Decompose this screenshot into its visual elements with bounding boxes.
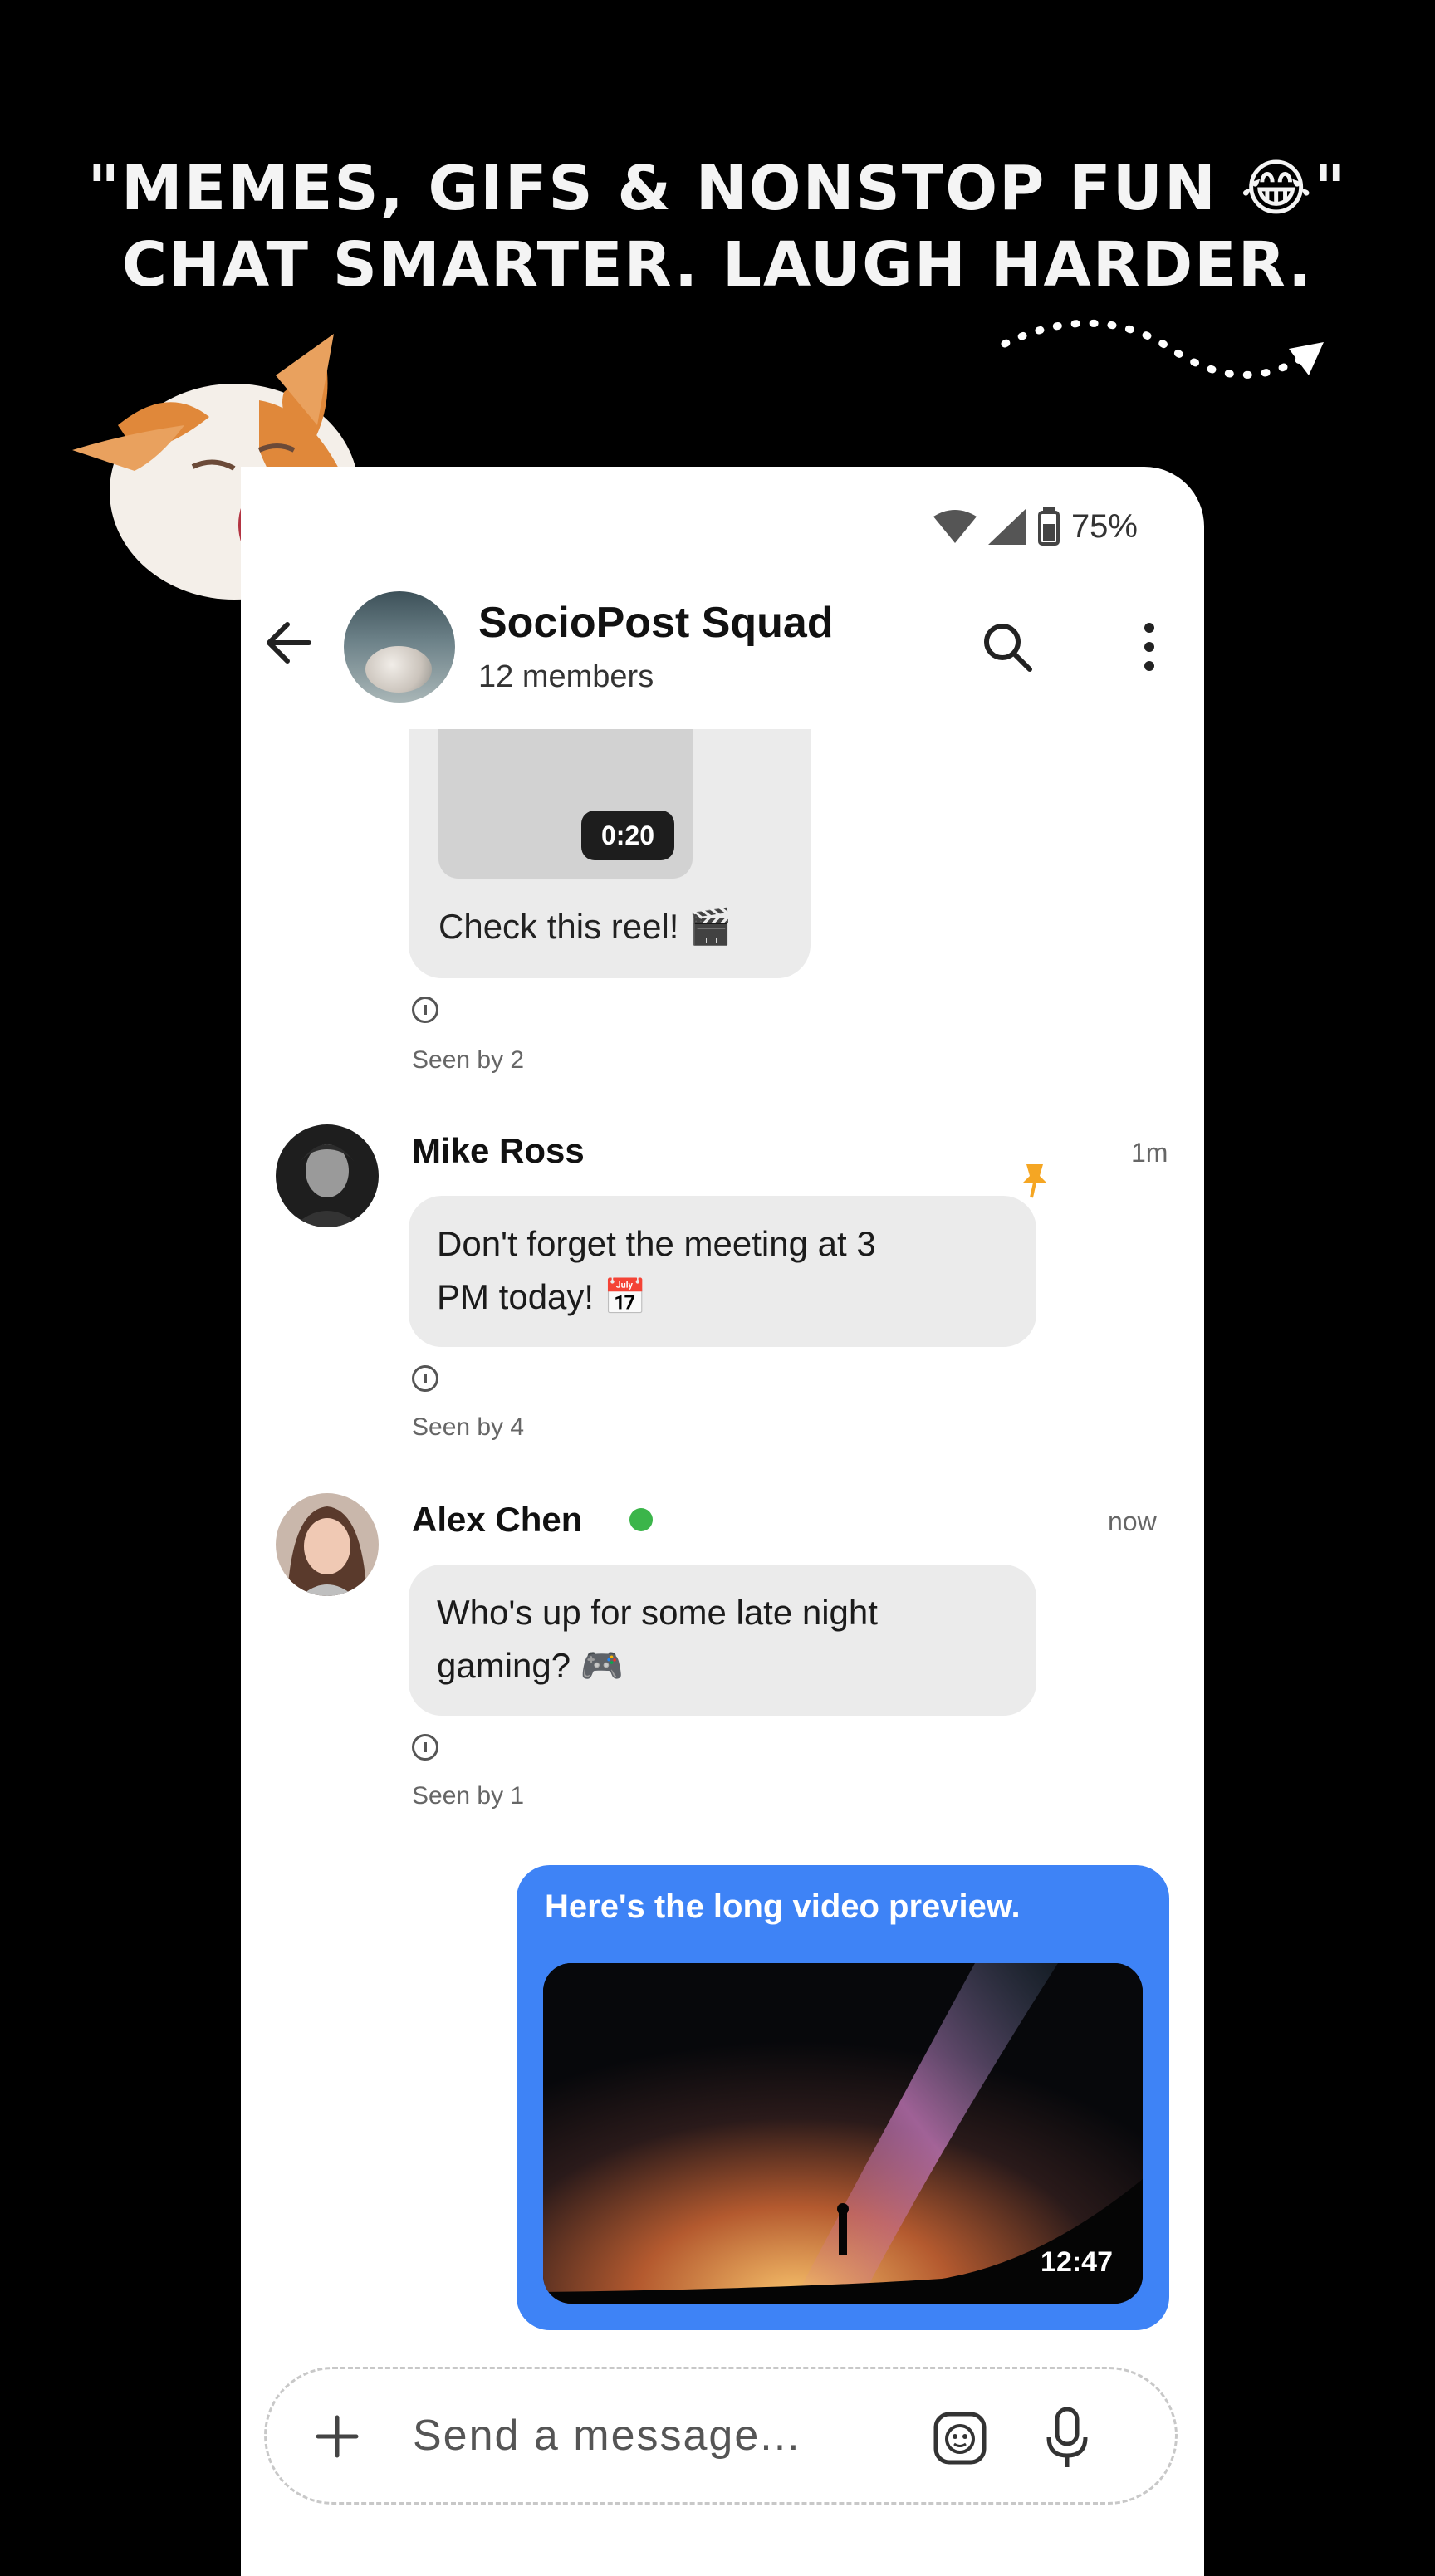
- avatar-mike-ross[interactable]: [276, 1124, 379, 1227]
- battery-icon: [1037, 507, 1060, 546]
- plus-icon[interactable]: [310, 2409, 365, 2464]
- group-avatar[interactable]: [344, 591, 455, 703]
- sender-name[interactable]: Alex Chen: [412, 1500, 582, 1540]
- sent-message-text: Here's the long video preview.: [545, 1888, 1021, 1925]
- video-caption: Check this reel! 🎬: [438, 907, 732, 946]
- back-arrow-icon[interactable]: [259, 613, 319, 673]
- message-time: 1m: [1131, 1138, 1168, 1168]
- message-input[interactable]: Send a message...: [413, 2411, 801, 2461]
- pin-icon: [1023, 1164, 1046, 1198]
- cellular-signal-icon: [987, 508, 1026, 545]
- group-name[interactable]: SocioPost Squad: [478, 598, 834, 648]
- search-icon[interactable]: [980, 620, 1035, 674]
- seen-status: Seen by 2: [412, 1046, 525, 1074]
- sticker-icon[interactable]: [931, 2409, 989, 2467]
- message-time: now: [1108, 1506, 1157, 1536]
- more-options-icon[interactable]: [1138, 620, 1161, 674]
- message-bubble[interactable]: Who's up for some late night gaming? 🎮: [409, 1565, 1036, 1716]
- member-count: 12 members: [478, 659, 654, 694]
- video-preview[interactable]: 12:47: [543, 1963, 1143, 2304]
- phone-screen: 75% SocioPost Squad 12 members 0:20 Chec…: [241, 467, 1204, 2576]
- seen-status: Seen by 1: [412, 1782, 525, 1810]
- info-icon[interactable]: [412, 997, 438, 1023]
- message-bubble[interactable]: Don't forget the meeting at 3 PM today! …: [409, 1196, 1036, 1347]
- dotted-arrow-icon: [1001, 319, 1324, 379]
- promo-headline-line1: "MEMES, GIFS & NONSTOP FUN 😂": [87, 153, 1348, 224]
- chat-app-bar: SocioPost Squad 12 members: [241, 591, 1204, 708]
- seen-status: Seen by 4: [412, 1413, 525, 1441]
- message-text-line1: Who's up for some late night: [437, 1593, 878, 1632]
- promo-headline-line2: CHAT SMARTER. LAUGH HARDER.: [121, 229, 1314, 301]
- sent-video-message[interactable]: Here's the long video preview. 12:47: [517, 1865, 1169, 2330]
- info-icon[interactable]: [412, 1734, 438, 1761]
- info-icon[interactable]: [412, 1365, 438, 1392]
- battery-percentage: 75%: [1070, 507, 1138, 545]
- video-duration: 0:20: [581, 811, 674, 860]
- online-indicator: [629, 1508, 653, 1531]
- wifi-icon: [933, 510, 977, 543]
- sender-name[interactable]: Mike Ross: [412, 1131, 585, 1171]
- message-text-line1: Don't forget the meeting at 3: [437, 1224, 876, 1263]
- status-bar: 75%: [933, 503, 1138, 550]
- video-duration: 12:47: [1041, 2246, 1113, 2278]
- message-text-line2: gaming? 🎮: [437, 1646, 624, 1685]
- avatar-alex-chen[interactable]: [276, 1493, 379, 1596]
- message-composer: Send a message...: [264, 2367, 1178, 2505]
- message-text-line2: PM today! 📅: [437, 1277, 648, 1316]
- microphone-icon[interactable]: [1042, 2406, 1092, 2471]
